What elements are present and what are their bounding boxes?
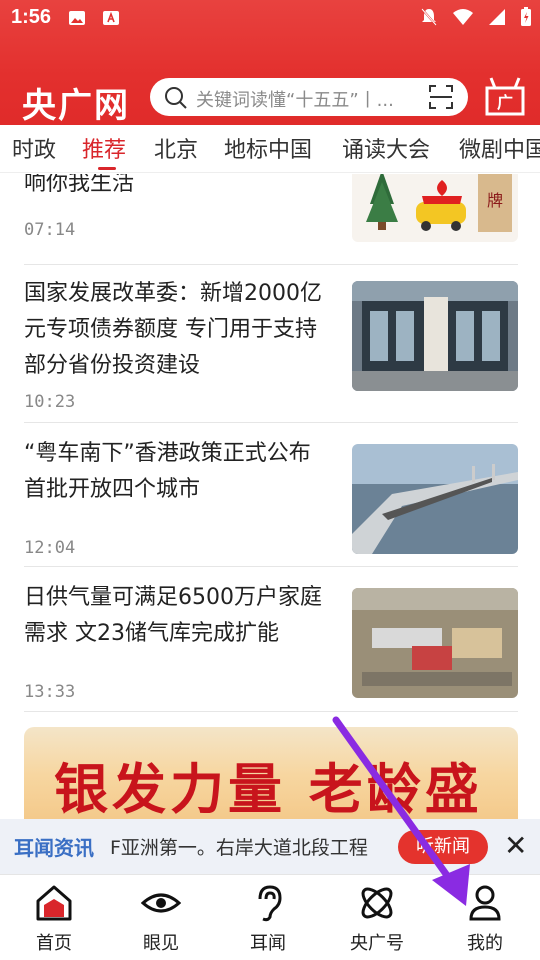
ndrc-building-image bbox=[352, 281, 518, 391]
news-time: 07:14 bbox=[24, 220, 76, 240]
news-title: “粤车南下”香港政策正式公布 首批开放四个城市 bbox=[24, 441, 311, 502]
tab-shizheng[interactable]: 时政 bbox=[12, 132, 56, 164]
active-tab-indicator bbox=[98, 167, 116, 170]
nav-home[interactable]: 首页 bbox=[9, 883, 99, 955]
close-icon[interactable]: ✕ bbox=[504, 831, 527, 861]
svg-text:牌: 牌 bbox=[487, 191, 503, 210]
gift-car-image: 牌 bbox=[366, 174, 512, 232]
tab-beijing[interactable]: 北京 bbox=[154, 132, 198, 164]
news-title: 响你我生活 bbox=[24, 174, 135, 196]
divider bbox=[24, 422, 518, 423]
status-time: 1:56 bbox=[11, 6, 52, 28]
ticker-label: 耳闻资讯 bbox=[14, 836, 94, 860]
app-logo[interactable]: 央广网 bbox=[22, 78, 130, 127]
news-item[interactable]: 日供气量可满足6500万户家庭需求 文23储气库完成扩能 13:33 bbox=[24, 580, 518, 702]
app-notification-icon bbox=[103, 11, 119, 25]
divider bbox=[24, 566, 518, 567]
ticker-text[interactable]: F亚洲第一。右岸大道北段工程 bbox=[110, 833, 400, 860]
news-item[interactable]: 响你我生活 07:14 牌 bbox=[24, 174, 518, 246]
news-thumbnail bbox=[352, 588, 518, 698]
banner-title: 银发力量 老龄盛典 bbox=[54, 757, 483, 819]
search-icon bbox=[165, 87, 187, 109]
category-tabs: 时政 推荐 北京 地标中国 诵读大会 微剧中国 bbox=[0, 125, 540, 173]
profile-icon bbox=[469, 885, 501, 921]
search-placeholder: 关键词读懂“十五五”丨... bbox=[196, 90, 394, 111]
listen-news-button[interactable]: 听新闻 bbox=[398, 830, 488, 864]
nav-home-label: 首页 bbox=[36, 933, 72, 954]
gas-storage-image bbox=[352, 588, 518, 698]
bridge-image bbox=[352, 444, 518, 554]
home-icon bbox=[36, 885, 72, 921]
status-bar: 1:56 bbox=[0, 0, 540, 40]
wifi-icon bbox=[453, 9, 473, 25]
news-feed[interactable]: 响你我生活 07:14 牌 国家发展改革委：新增2000亿元专项债券额度 专门用… bbox=[0, 174, 540, 819]
tab-songdu[interactable]: 诵读大会 bbox=[342, 132, 430, 164]
news-item[interactable]: 国家发展改革委：新增2000亿元专项债券额度 专门用于支持部分省份投资建设 10… bbox=[24, 274, 518, 412]
audio-news-ticker[interactable]: 耳闻资讯 F亚洲第一。右岸大道北段工程 听新闻 ✕ bbox=[0, 819, 540, 874]
ear-icon bbox=[258, 885, 282, 922]
nav-yangguanghao[interactable]: 央广号 bbox=[332, 883, 422, 955]
search-input[interactable]: 关键词读懂“十五五”丨... bbox=[150, 78, 468, 116]
news-time: 12:04 bbox=[24, 538, 76, 558]
mute-bell-icon bbox=[421, 8, 437, 26]
signal-icon bbox=[489, 9, 505, 25]
nav-yangguanghao-label: 央广号 bbox=[350, 933, 404, 954]
divider bbox=[24, 264, 518, 265]
bottom-navigation: 首页 眼见 耳闻 央广号 我的 bbox=[0, 874, 540, 960]
news-title: 日供气量可满足6500万户家庭需求 文23储气库完成扩能 bbox=[24, 585, 322, 646]
eye-icon bbox=[141, 893, 181, 913]
tab-weiju[interactable]: 微剧中国 bbox=[459, 132, 540, 164]
news-thumbnail bbox=[352, 281, 518, 391]
nav-wode[interactable]: 我的 bbox=[440, 883, 530, 955]
radio-icon[interactable]: 广 bbox=[481, 74, 529, 118]
tab-dibiao[interactable]: 地标中国 bbox=[224, 132, 312, 164]
news-time: 13:33 bbox=[24, 682, 76, 702]
promo-banner[interactable]: 银发力量 老龄盛典 bbox=[24, 727, 518, 819]
scan-icon[interactable] bbox=[428, 84, 454, 110]
news-item[interactable]: “粤车南下”香港政策正式公布 首批开放四个城市 12:04 bbox=[24, 436, 518, 558]
news-thumbnail: 牌 bbox=[352, 174, 518, 242]
nav-erwen-label: 耳闻 bbox=[250, 933, 286, 954]
top-header: 1:56 央广网 关键词读懂“十五五”丨... 广 bbox=[0, 0, 540, 127]
nav-wode-label: 我的 bbox=[467, 933, 503, 954]
svg-text:广: 广 bbox=[497, 93, 513, 112]
news-thumbnail bbox=[352, 444, 518, 554]
news-title: 国家发展改革委：新增2000亿元专项债券额度 专门用于支持部分省份投资建设 bbox=[24, 281, 322, 378]
nav-erwen[interactable]: 耳闻 bbox=[223, 883, 313, 955]
nav-yanjian-label: 眼见 bbox=[143, 933, 179, 954]
image-notification-icon bbox=[69, 11, 85, 25]
battery-icon bbox=[521, 7, 531, 26]
atom-icon bbox=[361, 887, 393, 919]
tab-tuijian[interactable]: 推荐 bbox=[82, 132, 126, 164]
news-time: 10:23 bbox=[24, 392, 76, 412]
divider bbox=[24, 711, 518, 712]
nav-yanjian[interactable]: 眼见 bbox=[116, 883, 206, 955]
